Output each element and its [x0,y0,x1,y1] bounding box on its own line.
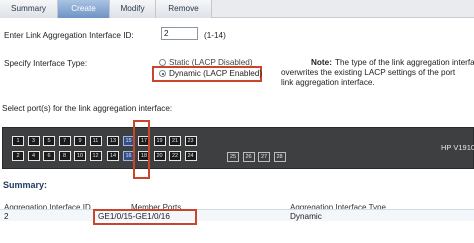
port-22[interactable]: 22 [169,151,181,161]
port-26[interactable]: 26 [242,152,255,162]
port-24[interactable]: 24 [184,151,197,161]
dynamic-option-label: Dynamic (LACP Enabled) [169,69,263,78]
port-select-label: Select port(s) for the link aggregation … [2,104,173,113]
port-25[interactable]: 25 [227,152,239,162]
note-title: Note: [311,58,332,67]
port-2[interactable]: 2 [12,151,24,161]
port-5[interactable]: 5 [43,136,55,146]
note-line-3: link aggregation interface. [281,78,375,87]
port-19[interactable]: 19 [153,136,166,146]
tab-summary[interactable]: Summary [0,0,58,18]
port-4[interactable]: 4 [27,151,40,161]
dynamic-radio[interactable] [159,70,166,77]
port-20[interactable]: 20 [153,151,166,161]
port-14[interactable]: 14 [107,151,119,161]
port-12[interactable]: 12 [89,151,102,161]
port-27[interactable]: 27 [258,152,270,162]
interface-type-label: Specify Interface Type: [4,59,88,68]
summary-heading: Summary: [3,180,48,190]
port-10[interactable]: 10 [74,151,86,161]
port-7[interactable]: 7 [58,136,71,146]
port-1[interactable]: 1 [12,136,24,146]
interface-id-range: (1-14) [204,31,226,40]
tab-remove[interactable]: Remove [156,0,212,18]
static-radio[interactable] [159,59,166,66]
selected-ports-highlight [133,120,150,179]
port-11[interactable]: 11 [89,136,102,146]
port-6[interactable]: 6 [43,151,55,161]
switch-panel: HP V1910 [2,127,474,169]
port-13[interactable]: 13 [107,136,119,146]
row-member-ports: GE1/0/15-GE1/0/16 [98,212,170,221]
tab-create[interactable]: Create [58,0,110,18]
note-line-2: overwrites the existing LACP settings of… [281,68,456,77]
port-23[interactable]: 23 [184,136,197,146]
port-21[interactable]: 21 [169,136,181,146]
port-8[interactable]: 8 [58,151,71,161]
device-name: HP V1910 [441,143,474,152]
row-aggregation-id: 2 [4,212,9,221]
tab-modify[interactable]: Modify [110,0,156,18]
port-9[interactable]: 9 [74,136,86,146]
interface-id-input[interactable]: 2 [161,27,198,40]
note-line-1: The type of the link aggregation interfa… [335,58,474,67]
table-row[interactable] [0,209,474,221]
row-interface-type: Dynamic [290,212,322,221]
port-28[interactable]: 28 [273,152,286,162]
port-3[interactable]: 3 [27,136,40,146]
tab-bar: Summary Create Modify Remove [0,0,474,18]
interface-id-label: Enter Link Aggregation Interface ID: [4,31,134,40]
